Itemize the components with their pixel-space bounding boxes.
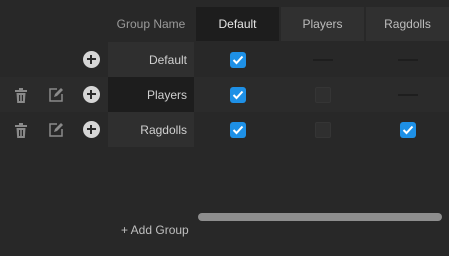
column-header-default[interactable]: Default bbox=[196, 7, 279, 41]
checkbox-checked-icon[interactable] bbox=[229, 86, 246, 103]
trash-icon[interactable] bbox=[12, 121, 30, 139]
dash-icon bbox=[312, 58, 333, 61]
trash-icon[interactable] bbox=[12, 86, 30, 104]
checkbox-checked-icon[interactable] bbox=[229, 121, 246, 138]
checkbox-cell[interactable] bbox=[196, 42, 279, 77]
add-icon[interactable] bbox=[82, 50, 100, 68]
checkbox-checked-icon[interactable] bbox=[229, 51, 246, 68]
checkbox-cell[interactable] bbox=[366, 112, 449, 147]
checkbox-cell[interactable] bbox=[196, 77, 279, 112]
group-name-cell: Default bbox=[108, 42, 194, 77]
add-icon[interactable] bbox=[82, 120, 100, 138]
column-header-players[interactable]: Players bbox=[281, 7, 364, 41]
dash-cell bbox=[366, 42, 449, 77]
dash-cell bbox=[366, 77, 449, 112]
checkbox-checked-icon[interactable] bbox=[399, 121, 416, 138]
checkbox-cell[interactable] bbox=[281, 112, 364, 147]
group-name-header: Group Name bbox=[116, 17, 186, 31]
add-group-button[interactable]: + Add Group bbox=[121, 223, 189, 237]
group-name-cell: Players bbox=[108, 77, 194, 112]
add-icon[interactable] bbox=[82, 85, 100, 103]
checkbox-cell[interactable] bbox=[281, 77, 364, 112]
edit-icon[interactable] bbox=[47, 86, 65, 104]
dash-cell bbox=[281, 42, 364, 77]
horizontal-scrollbar[interactable] bbox=[198, 213, 442, 221]
dash-icon bbox=[397, 58, 418, 61]
checkbox-cell[interactable] bbox=[196, 112, 279, 147]
checkbox-unchecked-icon[interactable] bbox=[314, 86, 331, 103]
group-name-cell: Ragdolls bbox=[108, 112, 194, 147]
column-header-ragdolls[interactable]: Ragdolls bbox=[366, 7, 449, 41]
dash-icon bbox=[397, 93, 418, 96]
checkbox-unchecked-icon[interactable] bbox=[314, 121, 331, 138]
edit-icon[interactable] bbox=[47, 121, 65, 139]
